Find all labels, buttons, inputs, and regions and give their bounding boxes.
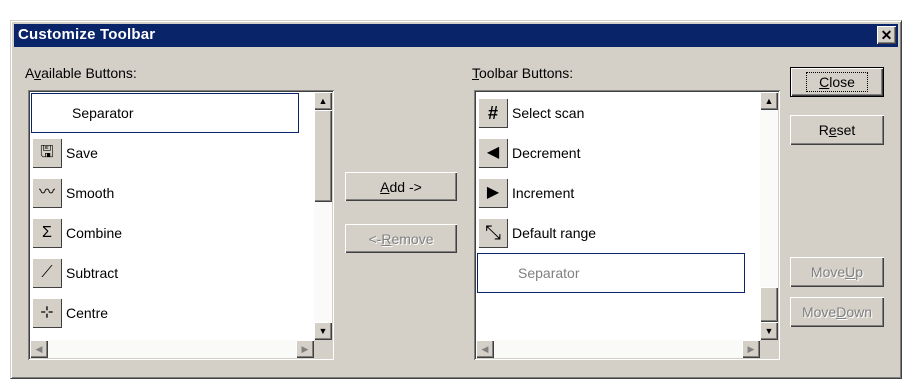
- button-part: R: [818, 122, 829, 138]
- hash-icon: #: [478, 98, 508, 128]
- list-item-label: Centre: [66, 305, 109, 321]
- list-item[interactable]: Σ Combine: [31, 213, 299, 253]
- scroll-right-icon[interactable]: ▶: [742, 340, 760, 358]
- button-part: emove: [391, 230, 434, 247]
- button-part: A: [380, 178, 390, 195]
- vertical-scrollbar[interactable]: ▲ ▼: [314, 92, 332, 340]
- list-item[interactable]: Separator: [477, 253, 745, 293]
- toolbar-buttons-label: Toolbar Buttons:: [472, 65, 573, 81]
- list-item-label: Select scan: [512, 105, 585, 121]
- button-part: set: [836, 122, 856, 138]
- button-part: Move: [801, 304, 837, 320]
- button-part: R: [381, 230, 392, 247]
- centre-icon: ⊹: [32, 298, 62, 328]
- scroll-up-icon[interactable]: ▲: [760, 92, 778, 110]
- list-item-label: Subtract: [66, 265, 119, 281]
- right-arrow-icon: ▶: [478, 178, 508, 208]
- button-part: dd ->: [389, 178, 422, 195]
- reset-button[interactable]: Re set: [790, 115, 884, 145]
- move-down-button[interactable]: Move Down: [790, 297, 884, 327]
- combine-icon: Σ: [32, 218, 62, 248]
- list-item-label: Smooth: [66, 185, 115, 201]
- scroll-corner: [314, 340, 332, 358]
- list-item[interactable]: 〰 Smooth: [31, 173, 299, 213]
- add-button[interactable]: Add ->: [345, 172, 457, 201]
- dialog-title: Customize Toolbar: [18, 26, 156, 43]
- list-item-label: Separator: [72, 105, 134, 121]
- move-up-button[interactable]: Move Up: [790, 257, 884, 287]
- list-item-label: Decrement: [512, 145, 581, 161]
- list-item-label: Combine: [66, 225, 123, 241]
- list-item-label: Default range: [512, 225, 597, 241]
- button-part: Move: [810, 264, 846, 280]
- title-bar: Customize Toolbar ✕: [14, 24, 898, 47]
- horizontal-scrollbar[interactable]: ◀ ▶: [30, 340, 314, 358]
- subtract-icon: ⟋: [32, 258, 62, 288]
- remove-button[interactable]: <- Remove: [345, 224, 457, 253]
- list-item[interactable]: 🖫 Save: [31, 133, 299, 173]
- list-item[interactable]: ⤡ Default range: [477, 213, 745, 253]
- button-part: e: [828, 122, 837, 138]
- label-part: ailable Buttons:: [41, 65, 137, 81]
- list-item[interactable]: ◀ Decrement: [477, 133, 745, 173]
- button-part: p: [855, 264, 864, 280]
- toolbar-buttons-list[interactable]: # Select scan ◀ Decrement ▶ Increment ⤡ Defa…: [474, 90, 780, 360]
- scroll-down-icon[interactable]: ▼: [314, 322, 332, 340]
- button-part: D: [836, 304, 847, 320]
- horizontal-scrollbar[interactable]: ◀ ▶: [476, 340, 760, 358]
- customize-toolbar-dialog: Customize Toolbar ✕ Available Buttons: S…: [10, 20, 902, 379]
- left-arrow-icon: ◀: [478, 138, 508, 168]
- button-part: own: [846, 304, 873, 320]
- button-part: C: [819, 74, 830, 90]
- label-part: T: [472, 65, 479, 81]
- scroll-right-icon[interactable]: ▶: [296, 340, 314, 358]
- scroll-left-icon[interactable]: ◀: [30, 340, 48, 358]
- button-part: lose: [829, 74, 855, 90]
- available-buttons-list[interactable]: Separator 🖫 Save 〰 Smooth Σ Combine ⟋ Subtra…: [28, 90, 334, 360]
- list-item-label: Save: [66, 145, 98, 161]
- scroll-corner: [760, 340, 778, 358]
- list-item[interactable]: # Select scan: [477, 93, 745, 133]
- close-button[interactable]: Close: [790, 67, 884, 97]
- focus-rect: Close: [806, 72, 868, 92]
- smooth-icon: 〰: [32, 178, 62, 208]
- available-buttons-label: Available Buttons:: [25, 65, 137, 81]
- vertical-scrollbar[interactable]: ▲ ▼: [760, 92, 778, 340]
- scroll-thumb[interactable]: [760, 287, 778, 322]
- scroll-up-icon[interactable]: ▲: [314, 92, 332, 110]
- label-part: A: [25, 65, 35, 81]
- list-item[interactable]: Separator: [31, 93, 299, 133]
- scroll-thumb[interactable]: [314, 110, 332, 202]
- list-item[interactable]: ▶ Increment: [477, 173, 745, 213]
- close-icon[interactable]: ✕: [877, 26, 896, 44]
- label-part: oolbar Buttons:: [479, 65, 574, 81]
- list-item[interactable]: ⊹ Centre: [31, 293, 299, 333]
- button-part: <-: [368, 230, 382, 247]
- expand-icon: ⤡: [478, 218, 508, 248]
- save-icon: 🖫: [32, 138, 62, 168]
- scroll-down-icon[interactable]: ▼: [760, 322, 778, 340]
- list-item-label: Increment: [512, 185, 575, 201]
- list-item-label: Separator: [518, 265, 580, 281]
- list-item[interactable]: ⟋ Subtract: [31, 253, 299, 293]
- button-part: U: [845, 264, 856, 280]
- scroll-left-icon[interactable]: ◀: [476, 340, 494, 358]
